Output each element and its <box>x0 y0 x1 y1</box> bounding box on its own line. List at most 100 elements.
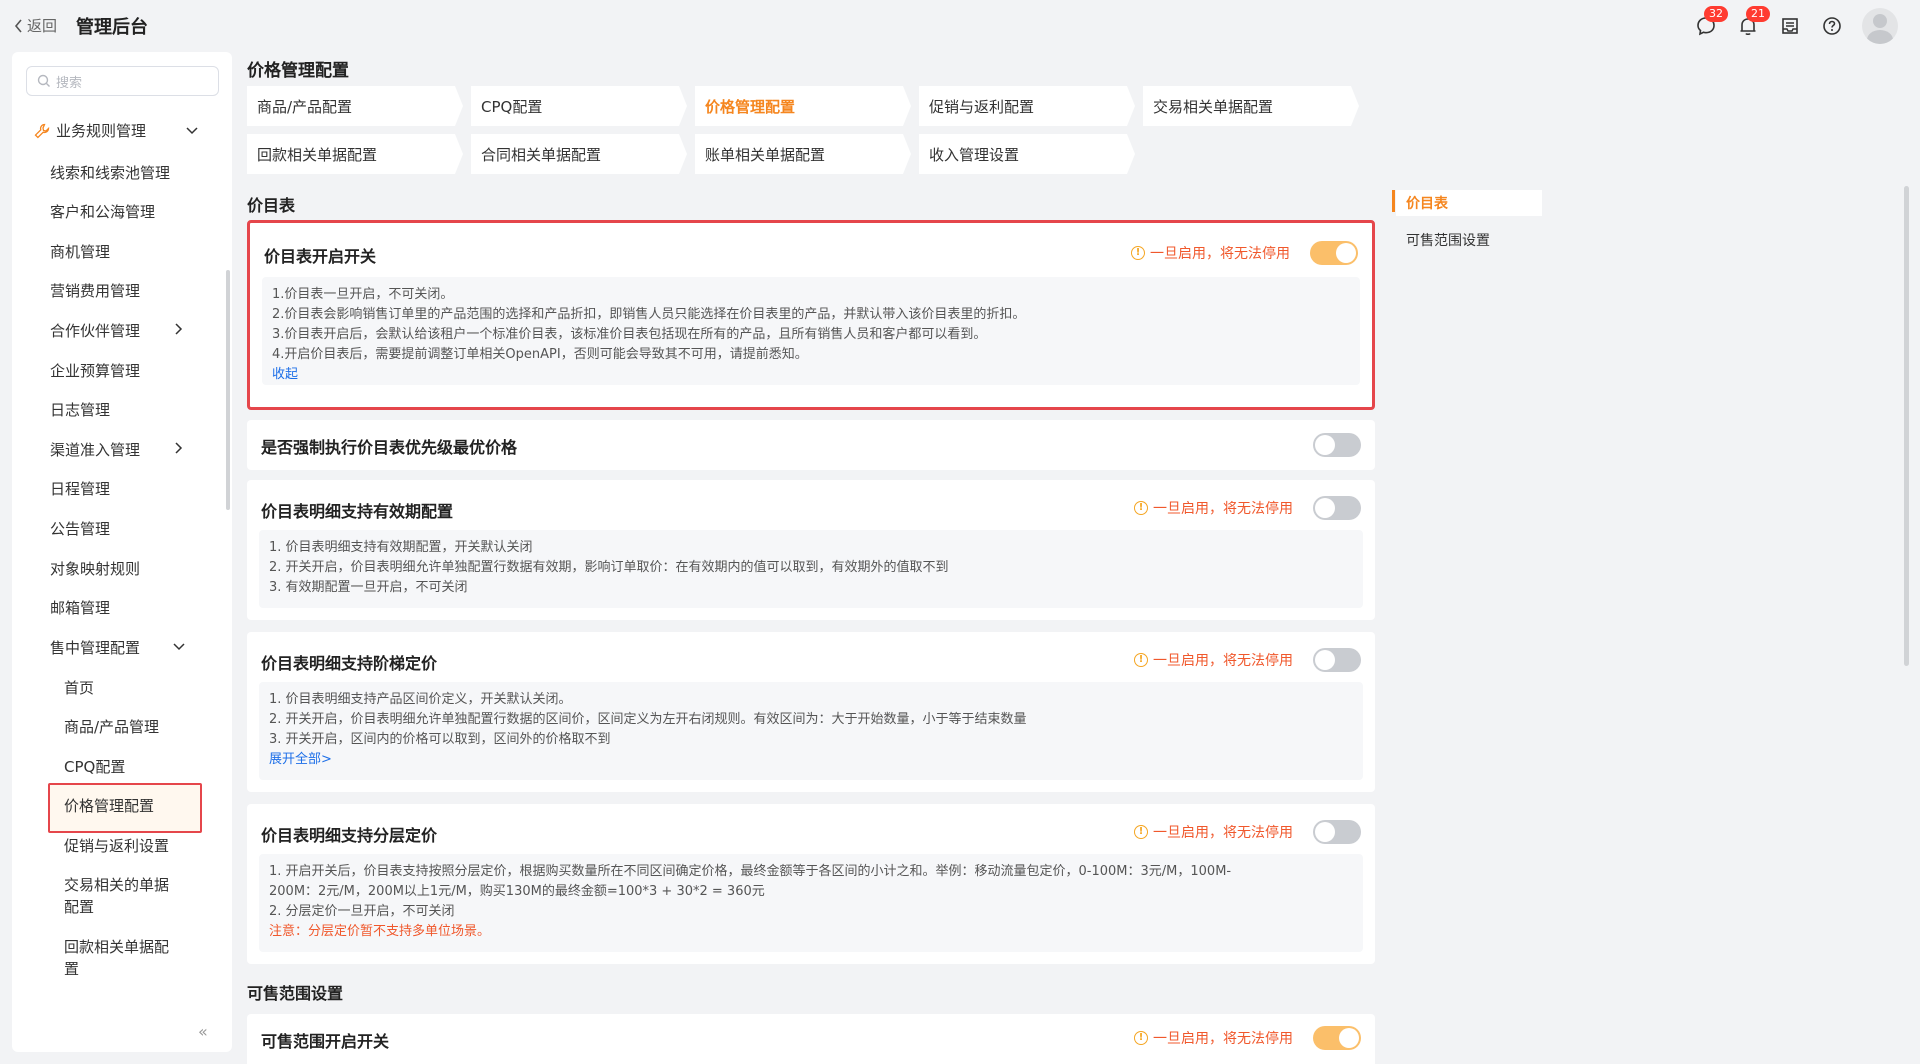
tab-bill-docs[interactable]: 账单相关单据配置 <box>695 134 911 174</box>
warning-icon: ! <box>1134 501 1148 515</box>
sidebar-subitem-transaction-docs[interactable]: 交易相关的单据 <box>64 874 169 895</box>
sidebar-item-opportunities[interactable]: 商机管理 <box>50 241 110 262</box>
card-title: 价目表明细支持分层定价 <box>261 826 438 845</box>
warning-label: 一旦启用，将无法停用 <box>1150 246 1290 262</box>
search-placeholder: 搜索 <box>56 75 83 91</box>
warning-note: 注意：分层定价暂不支持多单位场景。 <box>269 924 491 939</box>
tab-promotion-config[interactable]: 促销与返利配置 <box>919 86 1135 126</box>
sidebar-subitem-payment-docs-cont[interactable]: 置 <box>64 958 79 979</box>
tasks-button[interactable] <box>1778 14 1802 38</box>
desc-line: 4.开启价目表后，需要提前调整订单相关OpenAPI，否则可能会导致其不可用，请… <box>272 347 808 362</box>
inbox-icon <box>1782 18 1798 34</box>
desc-line: 2.价目表会影响销售订单里的产品范围的选择和产品折扣，即销售人员只能选择在价目表… <box>272 307 1026 322</box>
tab-cpq-config[interactable]: CPQ配置 <box>471 86 687 126</box>
warning-text: ! 一旦启用，将无法停用 <box>1134 650 1293 670</box>
chevron-right-icon[interactable] <box>174 323 184 335</box>
message-button[interactable]: 32 <box>1694 6 1728 38</box>
card-description: 1.价目表一旦开启，不可关闭。 2.价目表会影响销售订单里的产品范围的选择和产品… <box>262 277 1360 385</box>
expand-all-link[interactable]: 展开全部> <box>269 750 1353 770</box>
chevron-left-icon <box>14 18 22 33</box>
desc-line: 1.价目表一旦开启，不可关闭。 <box>272 287 454 302</box>
sidebar-subitem-products[interactable]: 商品/产品管理 <box>64 716 159 737</box>
layered-pricing-toggle[interactable] <box>1313 820 1361 844</box>
tab-payment-docs[interactable]: 回款相关单据配置 <box>247 134 463 174</box>
pricebook-toggle[interactable] <box>1310 241 1358 265</box>
back-button[interactable]: 返回 <box>14 15 57 36</box>
warning-label: 一旦启用，将无法停用 <box>1153 1031 1293 1047</box>
tab-transaction-docs[interactable]: 交易相关单据配置 <box>1143 86 1359 126</box>
warning-text: ! 一旦启用，将无法停用 <box>1134 822 1293 842</box>
sidebar-item-in-sale-config[interactable]: 售中管理配置 <box>50 637 140 658</box>
tab-product-config[interactable]: 商品/产品配置 <box>247 86 463 126</box>
card-title: 价目表开启开关 <box>264 247 377 266</box>
collapse-link[interactable]: 收起 <box>272 365 1350 385</box>
validity-period-toggle[interactable] <box>1313 496 1361 520</box>
toggle-knob <box>1315 822 1335 842</box>
sidebar-item-schedule[interactable]: 日程管理 <box>50 478 110 499</box>
sidebar-item-customers[interactable]: 客户和公海管理 <box>50 201 155 222</box>
chevron-right-icon[interactable] <box>174 442 184 454</box>
sidebar-item-announcements[interactable]: 公告管理 <box>50 518 110 539</box>
sidebar-item-marketing-costs[interactable]: 营销费用管理 <box>50 280 140 301</box>
tiered-pricing-toggle[interactable] <box>1313 648 1361 672</box>
user-avatar[interactable] <box>1862 8 1898 44</box>
sidebar-item-leads[interactable]: 线索和线索池管理 <box>50 162 170 183</box>
sidebar-item-channel-access[interactable]: 渠道准入管理 <box>50 439 140 460</box>
card-description: 1. 价目表明细支持产品区间价定义，开关默认关闭。 2. 开关开启，价目表明细允… <box>259 682 1363 780</box>
sidebar-item-logs[interactable]: 日志管理 <box>50 399 110 420</box>
help-circle-icon <box>1823 17 1841 35</box>
sidebar-collapse-button[interactable]: « <box>198 1022 208 1041</box>
chevron-down-icon[interactable] <box>173 642 185 652</box>
tab-contract-docs[interactable]: 合同相关单据配置 <box>471 134 687 174</box>
warning-icon: ! <box>1134 1031 1148 1045</box>
toggle-knob <box>1336 243 1356 263</box>
section-title-saleable: 可售范围设置 <box>247 984 344 1003</box>
sidebar-subitem-payment-docs[interactable]: 回款相关单据配 <box>64 936 169 957</box>
header-icons: 32 21 <box>1694 6 1898 44</box>
card-layered-pricing: 价目表明细支持分层定价 ! 一旦启用，将无法停用 1. 开启开关后，价目表支持按… <box>247 804 1375 964</box>
anchor-item-pricebook[interactable]: 价目表 <box>1396 190 1542 216</box>
desc-line: 1. 价目表明细支持产品区间价定义，开关默认关闭。 <box>269 692 572 707</box>
sidebar-scrollbar[interactable] <box>226 270 230 510</box>
help-button[interactable] <box>1820 14 1844 38</box>
warning-label: 一旦启用，将无法停用 <box>1153 501 1293 517</box>
sidebar-subitem-transaction-docs-cont[interactable]: 配置 <box>64 896 94 917</box>
sidebar-subitem-promotions[interactable]: 促销与返利设置 <box>64 835 169 856</box>
anchor-active-bar <box>1392 190 1395 212</box>
tab-revenue-settings[interactable]: 收入管理设置 <box>919 134 1135 174</box>
card-description: 1. 开启开关后，价目表支持按照分层定价，根据购买数量所在不同区间确定价格，最终… <box>259 854 1363 952</box>
desc-line: 3. 有效期配置一旦开启，不可关闭 <box>269 580 468 595</box>
saleable-toggle[interactable] <box>1313 1026 1361 1050</box>
tab-pricing-config[interactable]: 价格管理配置 <box>695 86 911 126</box>
warning-text: ! 一旦启用，将无法停用 <box>1134 1028 1293 1048</box>
sidebar-item-object-mapping[interactable]: 对象映射规则 <box>50 558 140 579</box>
card-title: 价目表明细支持阶梯定价 <box>261 654 438 673</box>
toggle-knob <box>1339 1028 1359 1048</box>
back-label: 返回 <box>27 17 58 35</box>
card-saleable-switch: 可售范围开启开关 ! 一旦启用，将无法停用 <box>247 1014 1375 1064</box>
warning-text: ! 一旦启用，将无法停用 <box>1131 243 1290 263</box>
anchor-item-saleable[interactable]: 可售范围设置 <box>1406 230 1490 250</box>
warning-icon: ! <box>1134 653 1148 667</box>
sidebar-subitem-pricing-active[interactable]: 价格管理配置 <box>64 795 154 816</box>
toggle-knob <box>1315 498 1335 518</box>
chevron-down-icon[interactable] <box>186 126 198 136</box>
warning-icon: ! <box>1134 825 1148 839</box>
notification-button[interactable]: 21 <box>1736 6 1770 38</box>
force-best-price-toggle[interactable] <box>1313 433 1361 457</box>
sidebar-item-partners[interactable]: 合作伙伴管理 <box>50 320 140 341</box>
toggle-knob <box>1315 650 1335 670</box>
sidebar-search-input[interactable]: 搜索 <box>26 66 219 96</box>
desc-line: 3. 开关开启，区间内的价格可以取到，区间外的价格取不到 <box>269 732 611 747</box>
notification-badge: 21 <box>1746 6 1770 22</box>
wrench-icon <box>34 123 50 138</box>
sidebar-item-budget[interactable]: 企业预算管理 <box>50 360 140 381</box>
sidebar-group-business-rules[interactable]: 业务规则管理 <box>34 120 146 141</box>
desc-line: 1. 价目表明细支持有效期配置，开关默认关闭 <box>269 540 533 555</box>
desc-line: 200M：2元/M，200M以上1元/M，购买130M的最终金额=100*3 +… <box>269 884 765 899</box>
sidebar-subitem-cpq[interactable]: CPQ配置 <box>64 756 125 777</box>
warning-label: 一旦启用，将无法停用 <box>1153 825 1293 841</box>
sidebar-item-mailbox[interactable]: 邮箱管理 <box>50 597 110 618</box>
main-scrollbar[interactable] <box>1904 186 1909 666</box>
sidebar-subitem-home[interactable]: 首页 <box>64 677 94 698</box>
